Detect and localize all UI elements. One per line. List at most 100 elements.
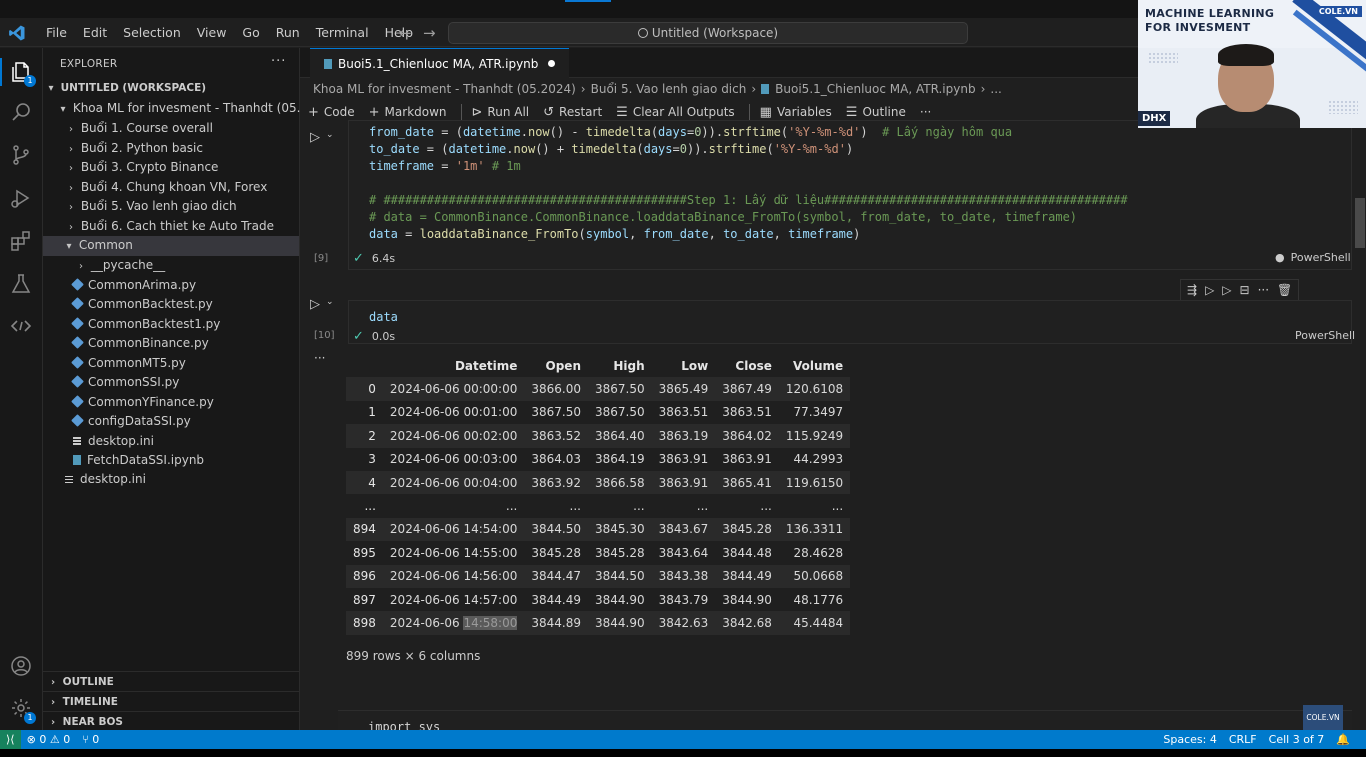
command-center[interactable]: Untitled (Workspace) xyxy=(448,22,968,44)
explorer-badge: 1 xyxy=(24,75,36,87)
split-cell-icon[interactable]: ⊟ xyxy=(1240,283,1250,297)
file-item[interactable]: CommonMT5.py xyxy=(43,354,299,374)
table-cell: 3844.89 xyxy=(524,611,588,635)
section-outline[interactable]: › OUTLINE xyxy=(43,671,299,691)
file-item[interactable]: CommonBacktest1.py xyxy=(43,315,299,335)
menu-item-edit[interactable]: Edit xyxy=(75,25,115,41)
file-item[interactable]: CommonArima.py xyxy=(43,276,299,296)
notifications-bell-icon[interactable]: 🔔 xyxy=(1330,730,1356,749)
section-timeline-label: TIMELINE xyxy=(62,696,118,708)
menu-item-run[interactable]: Run xyxy=(268,25,308,41)
execute-below-icon[interactable]: ▷ xyxy=(1222,283,1231,297)
file-label: CommonArima.py xyxy=(88,277,197,292)
breadcrumb-item[interactable]: Buổi 5. Vao lenh giao dich xyxy=(591,82,747,96)
forward-arrow-icon[interactable]: → xyxy=(423,24,436,42)
workspace-header[interactable]: ▾ UNTITLED (WORKSPACE) xyxy=(43,79,299,99)
folder-item[interactable]: › Buổi 3. Crypto Binance xyxy=(43,158,299,178)
restart-button[interactable]: ↺ Restart xyxy=(543,105,602,120)
testing-icon[interactable] xyxy=(9,272,33,296)
code-cell[interactable]: from_date = (datetime.now() - timedelta(… xyxy=(348,120,1352,270)
menu-item-view[interactable]: View xyxy=(189,25,235,41)
breadcrumb-item[interactable]: Khoa ML for invesment - Thanhdt (05.2024… xyxy=(313,82,576,96)
toolbar-more-button[interactable]: ··· xyxy=(920,105,931,119)
plus-icon: + xyxy=(308,104,319,120)
variables-button[interactable]: ▦ Variables xyxy=(760,105,832,120)
delete-cell-icon[interactable]: 🗑 xyxy=(1277,283,1292,297)
clear-outputs-button[interactable]: ☰ Clear All Outputs xyxy=(616,105,734,120)
run-by-line-icon[interactable]: ⇶ xyxy=(1187,283,1197,297)
tab-notebook[interactable]: Buoi5.1_Chienluoc MA, ATR.ipynb xyxy=(310,48,570,78)
folder-item[interactable]: › Buổi 4. Chung khoan VN, Forex xyxy=(43,178,299,198)
ports-icon: ⑂ xyxy=(82,733,89,746)
file-item[interactable]: › __pycache__ xyxy=(43,256,299,276)
eol-status[interactable]: CRLF xyxy=(1223,730,1263,749)
selected-text[interactable]: 14:58:00 xyxy=(463,615,518,630)
folder-item[interactable]: › Buổi 5. Vao lenh giao dich xyxy=(43,197,299,217)
cell-more-icon[interactable]: ··· xyxy=(1258,283,1269,297)
folder-label: Buổi 2. Python basic xyxy=(80,140,203,155)
chevron-right-icon: › xyxy=(69,182,73,194)
section-near-bos[interactable]: › NEAR BOS xyxy=(43,711,299,731)
menu-item-go[interactable]: Go xyxy=(234,25,267,41)
unsaved-dot-icon[interactable] xyxy=(548,60,556,67)
table-cell: 3867.49 xyxy=(715,377,779,401)
table-cell: 2024-06-06 00:00:00 xyxy=(382,377,525,401)
file-item[interactable]: FetchDataSSI.ipynb xyxy=(43,451,299,471)
run-cell-icon[interactable]: ▷ xyxy=(310,130,324,145)
indentation-status[interactable]: Spaces: 4 xyxy=(1157,730,1222,749)
notebook-editor: Buoi5.1_Chienluoc MA, ATR.ipynb Khoa ML … xyxy=(300,48,1366,732)
add-markdown-button[interactable]: + Markdown xyxy=(369,105,447,120)
ports-count: 0 xyxy=(92,733,100,746)
code-cell[interactable]: data ✓ 0.0s PowerShell xyxy=(348,300,1355,344)
cell-chevron-icon[interactable]: ⌄ xyxy=(326,297,340,311)
code-cell[interactable]: import sys xyxy=(338,710,1352,732)
folder-item[interactable]: › Buổi 6. Cach thiet ke Auto Trade xyxy=(43,217,299,237)
breadcrumb-item[interactable]: ... xyxy=(990,82,1001,96)
file-item[interactable]: CommonBacktest.py xyxy=(43,295,299,315)
section-timeline[interactable]: › TIMELINE xyxy=(43,691,299,711)
menu-item-file[interactable]: File xyxy=(38,25,75,41)
outline-button[interactable]: ☰ Outline xyxy=(846,105,906,120)
root-folder[interactable]: ▾ Khoa ML for invesment - Thanhdt (05.20… xyxy=(43,99,335,119)
execution-count: [10] xyxy=(314,330,335,341)
file-item[interactable]: CommonSSI.py xyxy=(43,373,299,393)
remote-explorer-icon[interactable] xyxy=(9,314,33,338)
cell-chevron-icon[interactable]: ⌄ xyxy=(326,130,340,144)
run-cell-icon[interactable]: ▷ xyxy=(310,297,324,312)
kernel-label[interactable]: ● PowerShell xyxy=(1275,251,1351,264)
file-desktop-ini-root[interactable]: desktop.ini xyxy=(43,470,299,490)
file-item[interactable]: desktop.ini xyxy=(43,432,299,452)
scrollbar-thumb[interactable] xyxy=(1355,198,1365,248)
dataframe-table: Datetime Open High Low Close Volume 0 2024-06-… xyxy=(346,354,851,635)
status-bar: ⟩⟨ ⊗ 0 ⚠ 0 ⑂ 0 Spaces: 4 CRLF Cell 3 of … xyxy=(0,730,1366,749)
kernel-label[interactable]: PowerShell xyxy=(1295,329,1355,342)
explorer-more-button[interactable]: ··· xyxy=(271,54,286,69)
remote-indicator-icon[interactable]: ⟩⟨ xyxy=(0,730,21,749)
output-more-button[interactable]: ··· xyxy=(314,351,325,365)
folder-label: Buổi 5. Vao lenh giao dich xyxy=(80,199,237,213)
file-item[interactable]: CommonBinance.py xyxy=(43,334,299,354)
ports-indicator[interactable]: ⑂ 0 xyxy=(76,730,105,749)
run-debug-icon[interactable] xyxy=(9,186,33,210)
column-header xyxy=(346,354,383,377)
run-all-button[interactable]: ⊳ Run All xyxy=(472,105,530,120)
menu-item-terminal[interactable]: Terminal xyxy=(308,25,377,41)
file-item[interactable]: CommonYFinance.py xyxy=(43,393,299,413)
extensions-icon[interactable] xyxy=(9,229,33,253)
breadcrumb-item[interactable]: Buoi5.1_Chienluoc MA, ATR.ipynb xyxy=(775,82,975,96)
add-code-button[interactable]: + Code xyxy=(308,105,355,120)
row-index: 898 xyxy=(346,611,383,635)
file-item[interactable]: configDataSSI.py xyxy=(43,412,299,432)
back-arrow-icon[interactable]: ← xyxy=(399,24,412,42)
menu-item-selection[interactable]: Selection xyxy=(115,25,189,41)
execute-above-icon[interactable]: ▷ xyxy=(1205,283,1214,297)
search-icon[interactable] xyxy=(9,100,33,124)
cell-position-status[interactable]: Cell 3 of 7 xyxy=(1263,730,1331,749)
account-icon[interactable] xyxy=(9,654,33,678)
problems-indicator[interactable]: ⊗ 0 ⚠ 0 xyxy=(21,730,77,749)
folder-item[interactable]: › Buổi 1. Course overall xyxy=(43,119,299,139)
folder-common[interactable]: ▾ Common xyxy=(43,236,299,256)
cell-source[interactable]: data xyxy=(369,309,398,326)
folder-item[interactable]: › Buổi 2. Python basic xyxy=(43,139,299,159)
source-control-icon[interactable] xyxy=(9,143,33,167)
